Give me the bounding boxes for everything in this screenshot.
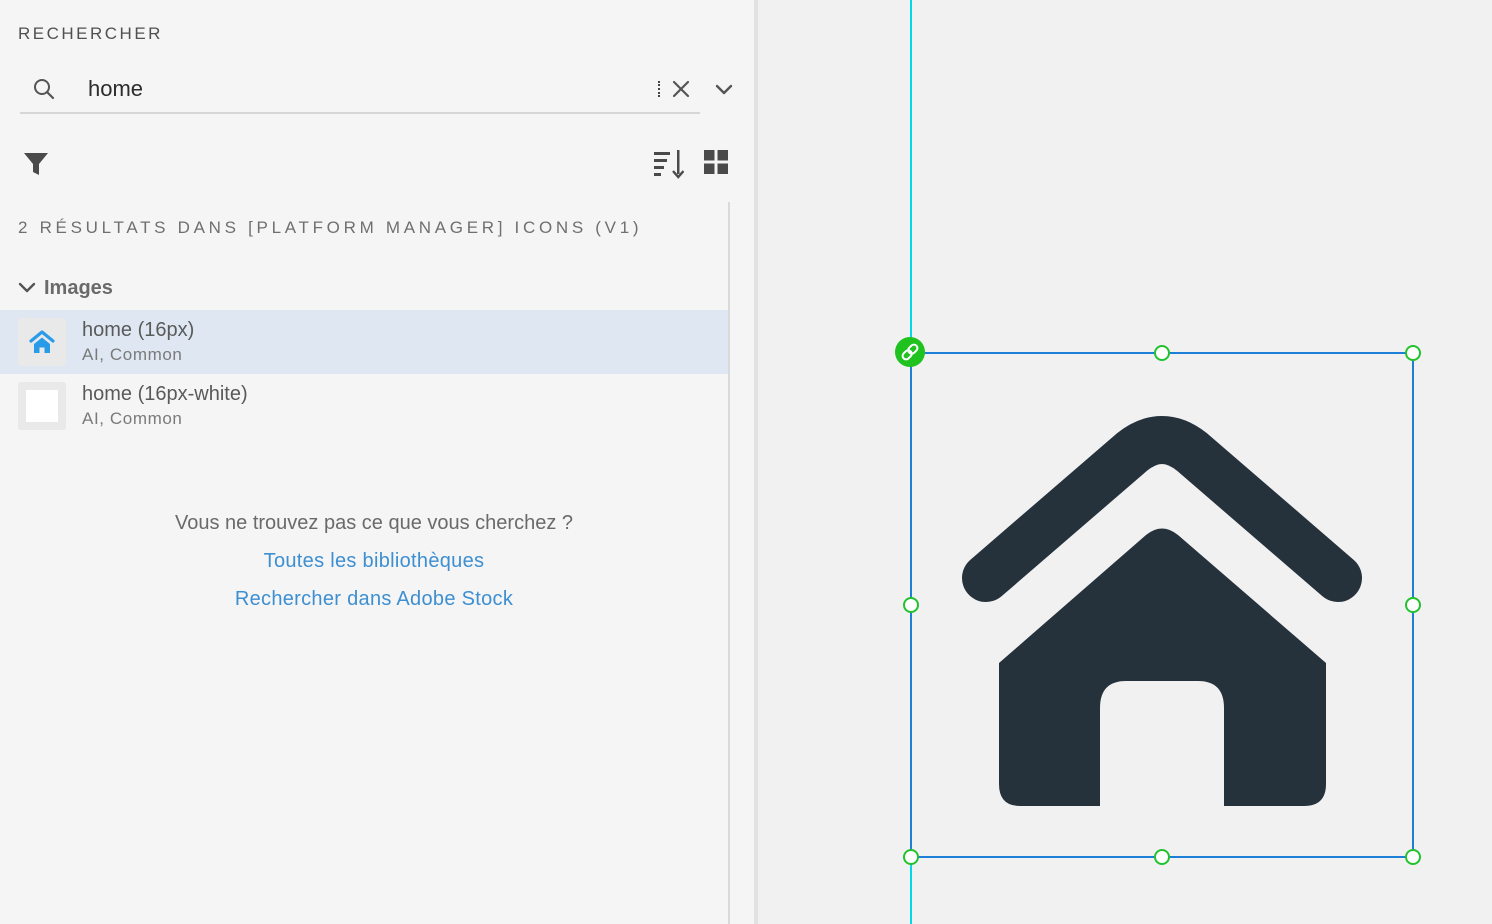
asset-thumbnail bbox=[18, 318, 66, 366]
grid-view-icon[interactable] bbox=[703, 149, 729, 175]
resize-handle[interactable] bbox=[1154, 849, 1170, 865]
asset-meta: AI, Common bbox=[82, 409, 183, 428]
link-icon[interactable] bbox=[895, 337, 925, 367]
all-libraries-link[interactable]: Toutes les bibliothèques bbox=[0, 550, 748, 573]
filter-icon[interactable] bbox=[22, 150, 50, 178]
section-label: Images bbox=[44, 276, 113, 299]
section-toggle-images[interactable]: Images bbox=[18, 275, 113, 301]
not-found-message: Vous ne trouvez pas ce que vous cherchez… bbox=[174, 512, 574, 534]
artboard-canvas[interactable] bbox=[762, 0, 1492, 924]
search-bar bbox=[20, 66, 700, 114]
resize-handle[interactable] bbox=[1154, 345, 1170, 361]
asset-meta: AI, Common bbox=[82, 345, 183, 364]
adobe-stock-link[interactable]: Rechercher dans Adobe Stock bbox=[0, 588, 748, 611]
resize-handle[interactable] bbox=[1405, 345, 1421, 361]
white-swatch bbox=[26, 390, 58, 422]
resize-handle[interactable] bbox=[903, 597, 919, 613]
search-icon bbox=[34, 79, 55, 100]
list-item[interactable]: home (16px) AI, Common bbox=[0, 310, 728, 374]
asset-name: home (16px) bbox=[82, 319, 195, 341]
resize-handle[interactable] bbox=[1405, 849, 1421, 865]
house-icon[interactable] bbox=[962, 416, 1362, 806]
libraries-panel: RECHERCHER 2 RÉSULTATS DANS [PLATFORM MA… bbox=[0, 0, 758, 924]
house-icon bbox=[29, 330, 55, 353]
list-item[interactable]: home (16px-white) AI, Common bbox=[0, 374, 728, 438]
chevron-down-icon bbox=[18, 282, 36, 293]
results-summary: 2 RÉSULTATS DANS [PLATFORM MANAGER] ICON… bbox=[18, 218, 643, 237]
chevron-down-icon[interactable] bbox=[712, 80, 736, 100]
search-input[interactable] bbox=[88, 74, 648, 104]
clear-icon[interactable] bbox=[670, 78, 692, 100]
resize-handle[interactable] bbox=[903, 849, 919, 865]
resize-handle[interactable] bbox=[1405, 597, 1421, 613]
panel-title: RECHERCHER bbox=[18, 24, 163, 43]
text-cursor bbox=[658, 81, 662, 97]
asset-thumbnail bbox=[18, 382, 66, 430]
asset-name: home (16px-white) bbox=[82, 383, 248, 405]
sort-icon[interactable] bbox=[652, 148, 684, 180]
